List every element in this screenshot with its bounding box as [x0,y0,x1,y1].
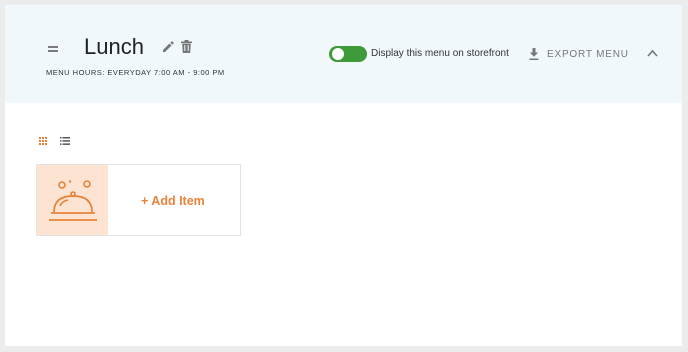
drag-handle-icon[interactable] [48,46,58,52]
grid-view-icon[interactable] [39,137,47,145]
toggle-knob [332,48,344,60]
menu-hours: MENU HOURS: EVERYDAY 7:00 AM - 9:00 PM [46,68,225,77]
download-icon [529,48,539,60]
add-item-tile[interactable]: + Add Item [36,164,241,236]
menu-card: Lunch MENU HOURS: EVERYDAY 7:00 AM - 9:0… [5,5,682,346]
export-menu-label: EXPORT MENU [547,48,629,60]
storefront-toggle[interactable] [329,46,367,62]
cloche-icon [49,180,97,221]
add-item-label: + Add Item [141,194,205,208]
trash-icon[interactable] [181,40,192,53]
menu-header: Lunch MENU HOURS: EVERYDAY 7:00 AM - 9:0… [5,5,682,103]
list-view-icon[interactable] [60,137,70,145]
storefront-toggle-label: Display this menu on storefront [371,48,509,59]
export-menu-button[interactable]: EXPORT MENU [529,46,629,62]
chevron-up-icon[interactable] [647,49,658,57]
pencil-icon[interactable] [162,41,174,53]
add-item-thumbnail [37,165,108,235]
menu-title: Lunch [84,34,144,59]
